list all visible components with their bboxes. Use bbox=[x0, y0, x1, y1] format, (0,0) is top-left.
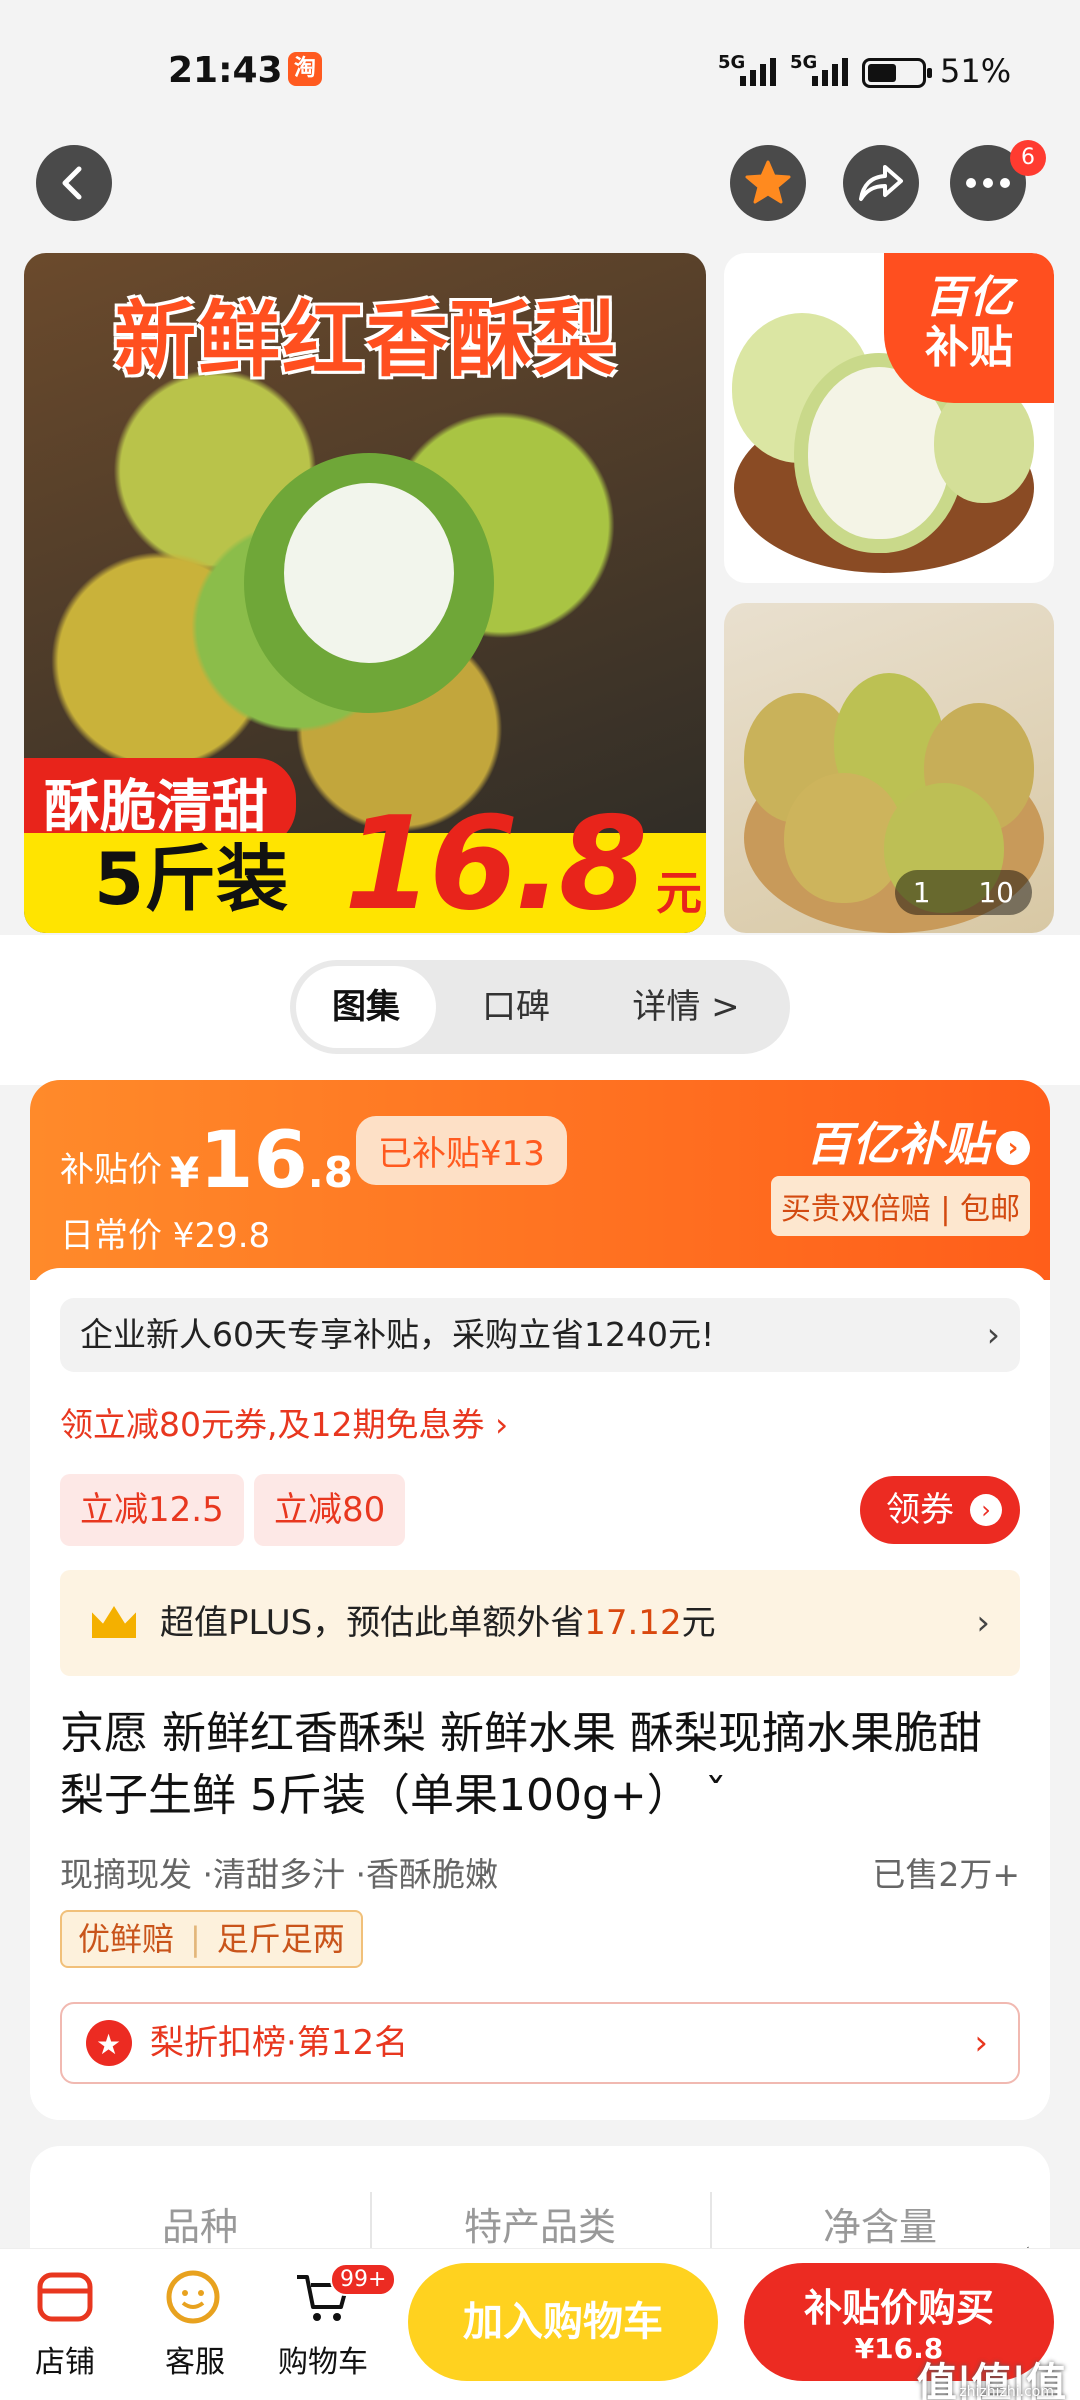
hero-pack: 5斤装 bbox=[94, 837, 289, 921]
status-bar: 21:43 淘 5G 5G 51% bbox=[0, 0, 1080, 140]
plus-unit: 元 bbox=[681, 1603, 716, 1643]
tab-gallery[interactable]: 图集 bbox=[296, 966, 436, 1048]
thumbnail-1[interactable]: 百亿 补贴 bbox=[724, 253, 1054, 583]
cart-label: 购物车 bbox=[278, 2345, 368, 2380]
store-icon bbox=[33, 2269, 97, 2325]
battery-percent: 51% bbox=[940, 52, 1012, 90]
plus-amount: 17.12 bbox=[584, 1603, 682, 1643]
taobao-app-icon: 淘 bbox=[288, 52, 322, 86]
chevron-right-icon: › bbox=[974, 2023, 988, 2063]
share-button[interactable] bbox=[843, 145, 919, 221]
get-coupon-button[interactable]: 领券 › bbox=[860, 1476, 1020, 1544]
add-to-cart-button[interactable]: 加入购物车 bbox=[408, 2263, 718, 2381]
crown-icon bbox=[92, 1606, 136, 1638]
get-coupon-label: 领券 bbox=[886, 1490, 954, 1530]
tab-reviews[interactable]: 口碑 bbox=[436, 966, 596, 1048]
chevron-right-icon: › bbox=[996, 1130, 1030, 1165]
signal-bars-1-icon bbox=[740, 58, 776, 86]
price-card: 补贴价 ¥16.8 已补贴¥13 日常价 ¥29.8 百亿补贴 › 买贵双倍赔 |… bbox=[30, 1080, 1050, 2120]
chevron-right-icon: › bbox=[986, 1315, 1000, 1354]
page-total: 10 bbox=[978, 876, 1014, 909]
guarantee-tags[interactable]: 优鲜赔 | 足斤足两 bbox=[60, 1910, 363, 1968]
guarantee-tag: 优鲜赔 bbox=[78, 1920, 175, 1958]
hero-title: 新鲜红香酥梨 bbox=[114, 293, 619, 388]
segmented-control: 图集 口碑 详情 > bbox=[290, 960, 790, 1054]
price-band: 补贴价 ¥16.8 已补贴¥13 日常价 ¥29.8 百亿补贴 › 买贵双倍赔 |… bbox=[30, 1080, 1050, 1280]
chevron-left-icon bbox=[62, 166, 82, 200]
subsidy-price: ¥16.8 bbox=[170, 1116, 353, 1206]
share-icon bbox=[859, 165, 903, 201]
gallery-tab-bar: 图集 口碑 详情 > bbox=[0, 935, 1080, 1085]
shop-button[interactable]: 店铺 bbox=[10, 2269, 120, 2381]
daily-price: 日常价 ¥29.8 bbox=[60, 1216, 271, 1256]
ranking-banner[interactable]: 梨折扣榜·第12名 › bbox=[60, 2002, 1020, 2084]
service-button[interactable]: 客服 bbox=[140, 2269, 250, 2381]
service-face-icon bbox=[163, 2269, 227, 2325]
favorite-button[interactable] bbox=[730, 145, 806, 221]
guarantee-tag: 足斤足两 bbox=[216, 1920, 345, 1958]
enterprise-notice[interactable]: 企业新人60天专享补贴，采购立省1240元! › bbox=[60, 1298, 1020, 1372]
clock: 21:43 bbox=[168, 50, 283, 91]
service-label: 客服 bbox=[165, 2345, 225, 2380]
billion-subsidy-link[interactable]: 百亿补贴 › bbox=[806, 1108, 1030, 1174]
shop-label: 店铺 bbox=[35, 2345, 95, 2380]
product-features: 现摘现发 ·清甜多汁 ·香酥脆嫩 bbox=[60, 1855, 498, 1894]
corner-line-1: 百亿 bbox=[925, 272, 1013, 323]
subsidy-corner-badge: 百亿 补贴 bbox=[884, 253, 1054, 403]
subsidy-price-label: 补贴价 bbox=[60, 1150, 162, 1190]
spec-net-weight: 净含量 bbox=[822, 2205, 937, 2249]
tab-details[interactable]: 详情 > bbox=[596, 966, 776, 1048]
brand-label: 百亿补贴 bbox=[806, 1117, 990, 1171]
promo-section: 企业新人60天专享补贴，采购立省1240元! › 领立减80元券,及12期免息券… bbox=[30, 1268, 1050, 2120]
price-decimal: .8 bbox=[307, 1148, 353, 1197]
pear-image bbox=[244, 453, 494, 713]
discount-chip[interactable]: 立减12.5 bbox=[60, 1474, 244, 1546]
page-indicator: 1 10 bbox=[894, 870, 1032, 915]
back-button[interactable] bbox=[36, 145, 112, 221]
signal-bars-2-icon bbox=[812, 58, 848, 86]
notice-text: 企业新人60天专享补贴，采购立省1240元! bbox=[80, 1315, 715, 1354]
product-title[interactable]: 京愿 新鲜红香酥梨 新鲜水果 酥梨现摘水果脆甜梨子生鲜 5斤装（单果100g+）… bbox=[60, 1703, 1020, 1827]
currency-symbol: ¥ bbox=[170, 1148, 200, 1197]
page-current: 1 bbox=[912, 876, 931, 909]
saved-badge: 已补贴¥13 bbox=[356, 1116, 567, 1185]
corner-line-2: 补贴 bbox=[925, 322, 1013, 373]
plus-banner[interactable]: 超值PLUS，预估此单额外省17.12元 › bbox=[60, 1570, 1020, 1676]
hero-unit: 元 bbox=[656, 866, 702, 920]
chevron-right-icon: › bbox=[976, 1603, 990, 1643]
cart-badge: 99+ bbox=[330, 2263, 397, 2296]
more-badge: 6 bbox=[1010, 140, 1046, 176]
price-integer: 16 bbox=[199, 1116, 308, 1206]
hero-price-banner: 5斤装 16.8 元 bbox=[24, 790, 706, 933]
coupon-link[interactable]: 领立减80元券,及12期免息券 › bbox=[60, 1398, 508, 1446]
watermark-url: zhizhizhi.com bbox=[959, 2384, 1054, 2400]
thumbnail-2[interactable]: 1 10 bbox=[724, 603, 1054, 933]
plus-text: 超值PLUS，预估此单额外省 bbox=[160, 1603, 585, 1643]
brand-guarantee: 买贵双倍赔 | 包邮 bbox=[770, 1176, 1030, 1236]
sold-count: 已售2万+ bbox=[872, 1855, 1020, 1894]
chevron-right-icon: › bbox=[970, 1494, 1002, 1526]
hero-price: 16.8 bbox=[344, 790, 648, 933]
discount-chip[interactable]: 立减80 bbox=[254, 1474, 406, 1546]
star-icon bbox=[745, 160, 791, 204]
spec-variety: 品种 bbox=[161, 2205, 238, 2249]
main-product-image[interactable]: 新鲜红香酥梨 酥脆清甜 5斤装 16.8 元 bbox=[24, 253, 706, 933]
more-icon bbox=[966, 178, 1010, 188]
cart-button[interactable]: 99+ 购物车 bbox=[268, 2263, 397, 2381]
buy-label: 补贴价购买 bbox=[803, 2286, 994, 2330]
ranking-text: 梨折扣榜·第12名 bbox=[150, 2023, 409, 2063]
spec-category: 特产品类 bbox=[463, 2205, 616, 2249]
medal-icon bbox=[86, 2006, 132, 2084]
battery-icon bbox=[862, 58, 932, 88]
